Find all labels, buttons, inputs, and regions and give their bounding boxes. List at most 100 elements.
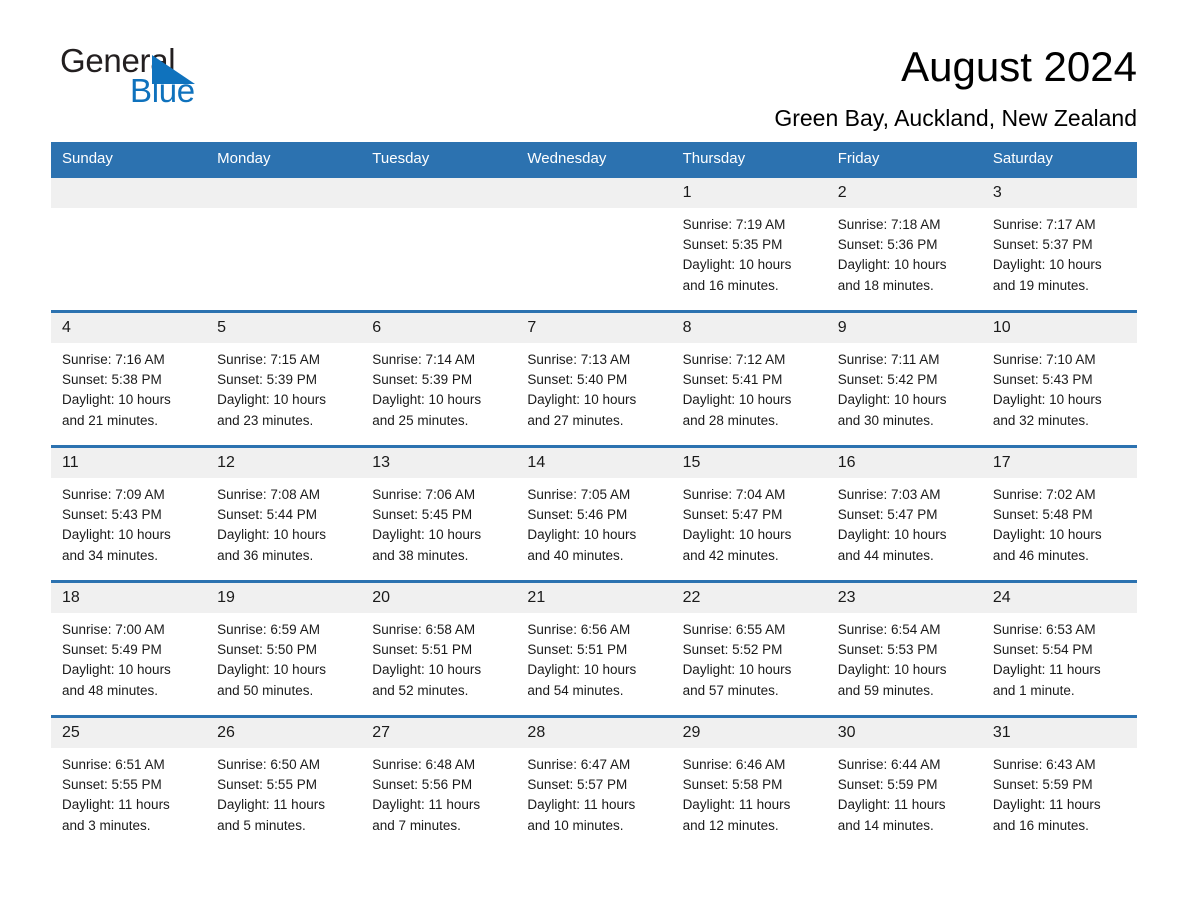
- day-details: Sunrise: 6:50 AM Sunset: 5:55 PM Daylight:…: [206, 748, 361, 836]
- day-cell[interactable]: 14 Sunrise: 7:05 AM Sunset: 5:46 PM Dayligh…: [516, 445, 672, 582]
- daylight-line-2: and 48 minutes.: [62, 682, 159, 698]
- day-cell[interactable]: 16 Sunrise: 7:03 AM Sunset: 5:47 PM Dayligh…: [826, 445, 982, 582]
- sunset-line: Sunset: 5:45 PM: [372, 507, 473, 523]
- day-details: Sunrise: 7:12 AM Sunset: 5:41 PM Daylight:…: [672, 343, 827, 431]
- day-cell[interactable]: 8 Sunrise: 7:12 AM Sunset: 5:41 PM Daylight…: [671, 310, 827, 447]
- daylight-line-1: Daylight: 10 hours: [372, 662, 482, 678]
- day-cell[interactable]: 7 Sunrise: 7:13 AM Sunset: 5:40 PM Daylight…: [516, 310, 672, 447]
- day-cell[interactable]: 10 Sunrise: 7:10 AM Sunset: 5:43 PM Dayligh…: [981, 310, 1137, 447]
- day-cell[interactable]: 23 Sunrise: 6:54 AM Sunset: 5:53 PM Dayligh…: [826, 580, 982, 717]
- sunset-line: Sunset: 5:51 PM: [372, 642, 473, 658]
- sunset-line: Sunset: 5:36 PM: [837, 237, 938, 253]
- sunset-line: Sunset: 5:57 PM: [527, 777, 628, 793]
- day-cell[interactable]: 22 Sunrise: 6:55 AM Sunset: 5:52 PM Dayligh…: [671, 580, 827, 717]
- day-cell[interactable]: [206, 175, 362, 312]
- day-cell[interactable]: 17 Sunrise: 7:02 AM Sunset: 5:48 PM Dayligh…: [981, 445, 1137, 582]
- sunset-line: Sunset: 5:52 PM: [682, 642, 783, 658]
- weekday-header-monday: Monday: [206, 142, 362, 177]
- day-cell[interactable]: 2 Sunrise: 7:18 AM Sunset: 5:36 PM Daylight…: [826, 175, 982, 312]
- sunrise-line: Sunrise: 6:56 AM: [527, 622, 631, 637]
- page-title: August 2024: [901, 43, 1137, 90]
- day-cell[interactable]: 12 Sunrise: 7:08 AM Sunset: 5:44 PM Dayligh…: [206, 445, 362, 582]
- day-number: [206, 178, 362, 208]
- day-cell[interactable]: 26 Sunrise: 6:50 AM Sunset: 5:55 PM Dayligh…: [206, 715, 362, 850]
- day-cell[interactable]: 28 Sunrise: 6:47 AM Sunset: 5:57 PM Dayligh…: [516, 715, 672, 850]
- daylight-line-1: Daylight: 10 hours: [527, 527, 637, 543]
- day-cell[interactable]: [361, 175, 517, 312]
- sunset-line: Sunset: 5:49 PM: [62, 642, 162, 658]
- sunrise-line: Sunrise: 6:59 AM: [217, 622, 320, 637]
- sunset-line: Sunset: 5:37 PM: [992, 237, 1093, 253]
- day-number: 8: [671, 313, 827, 343]
- sunset-line: Sunset: 5:59 PM: [837, 777, 938, 793]
- day-details: Sunrise: 6:51 AM Sunset: 5:55 PM Daylight:…: [51, 748, 206, 836]
- day-cell[interactable]: 20 Sunrise: 6:58 AM Sunset: 5:51 PM Dayligh…: [361, 580, 517, 717]
- daylight-line-1: Daylight: 11 hours: [682, 797, 791, 813]
- day-cell[interactable]: 13 Sunrise: 7:06 AM Sunset: 5:45 PM Dayligh…: [361, 445, 517, 582]
- day-number: 9: [826, 313, 982, 343]
- day-number: 12: [206, 448, 362, 478]
- day-number: 30: [826, 718, 982, 748]
- daylight-line-2: and 1 minute.: [992, 682, 1075, 698]
- day-details: Sunrise: 6:54 AM Sunset: 5:53 PM Daylight:…: [827, 613, 982, 701]
- day-cell[interactable]: 29 Sunrise: 6:46 AM Sunset: 5:58 PM Dayligh…: [671, 715, 827, 850]
- daylight-line-1: Daylight: 11 hours: [217, 797, 325, 813]
- sunrise-line: Sunrise: 6:55 AM: [682, 622, 786, 637]
- day-cell[interactable]: [516, 175, 672, 312]
- day-cell[interactable]: 9 Sunrise: 7:11 AM Sunset: 5:42 PM Daylight…: [826, 310, 982, 447]
- day-details: Sunrise: 7:18 AM Sunset: 5:36 PM Daylight:…: [827, 208, 982, 296]
- sunset-line: Sunset: 5:47 PM: [682, 507, 783, 523]
- daylight-line-2: and 3 minutes.: [62, 817, 151, 833]
- daylight-line-2: and 32 minutes.: [992, 412, 1089, 428]
- day-number: 10: [981, 313, 1137, 343]
- week-row: 4 Sunrise: 7:16 AM Sunset: 5:38 PM Daylight…: [51, 310, 1137, 447]
- daylight-line-2: and 30 minutes.: [837, 412, 934, 428]
- day-cell[interactable]: 11 Sunrise: 7:09 AM Sunset: 5:43 PM Dayligh…: [51, 445, 207, 582]
- sunrise-line: Sunrise: 6:51 AM: [62, 757, 165, 772]
- daylight-line-1: Daylight: 10 hours: [217, 527, 326, 543]
- weekday-header-tuesday: Tuesday: [361, 142, 517, 177]
- day-details: Sunrise: 6:46 AM Sunset: 5:58 PM Daylight:…: [672, 748, 827, 836]
- day-number: 15: [671, 448, 827, 478]
- day-cell[interactable]: 5 Sunrise: 7:15 AM Sunset: 5:39 PM Daylight…: [206, 310, 362, 447]
- daylight-line-2: and 12 minutes.: [682, 817, 779, 833]
- sunset-line: Sunset: 5:59 PM: [992, 777, 1093, 793]
- day-cell[interactable]: 25 Sunrise: 6:51 AM Sunset: 5:55 PM Dayligh…: [51, 715, 207, 850]
- day-cell[interactable]: 6 Sunrise: 7:14 AM Sunset: 5:39 PM Daylight…: [361, 310, 517, 447]
- day-cell[interactable]: 4 Sunrise: 7:16 AM Sunset: 5:38 PM Daylight…: [51, 310, 207, 447]
- daylight-line-1: Daylight: 10 hours: [837, 257, 947, 273]
- daylight-line-2: and 34 minutes.: [62, 547, 159, 563]
- day-cell[interactable]: 18 Sunrise: 7:00 AM Sunset: 5:49 PM Dayligh…: [51, 580, 207, 717]
- day-cell[interactable]: 30 Sunrise: 6:44 AM Sunset: 5:59 PM Dayligh…: [826, 715, 982, 850]
- sunrise-line: Sunrise: 6:48 AM: [372, 757, 476, 772]
- sunrise-line: Sunrise: 6:47 AM: [527, 757, 631, 772]
- daylight-line-2: and 16 minutes.: [992, 817, 1089, 833]
- calendar-table: Sunday Monday Tuesday Wednesday Thursday…: [51, 142, 1137, 850]
- daylight-line-2: and 40 minutes.: [527, 547, 624, 563]
- day-details: Sunrise: 6:59 AM Sunset: 5:50 PM Daylight:…: [206, 613, 361, 701]
- weekday-header-row: Sunday Monday Tuesday Wednesday Thursday…: [51, 142, 1137, 177]
- sunset-line: Sunset: 5:39 PM: [217, 372, 317, 388]
- daylight-line-1: Daylight: 10 hours: [527, 662, 637, 678]
- weekday-header-wednesday: Wednesday: [516, 142, 672, 177]
- day-details: Sunrise: 6:44 AM Sunset: 5:59 PM Daylight:…: [827, 748, 982, 836]
- day-cell[interactable]: 15 Sunrise: 7:04 AM Sunset: 5:47 PM Dayligh…: [671, 445, 827, 582]
- daylight-line-1: Daylight: 10 hours: [837, 662, 947, 678]
- day-cell[interactable]: 31 Sunrise: 6:43 AM Sunset: 5:59 PM Dayligh…: [981, 715, 1137, 850]
- day-cell[interactable]: 21 Sunrise: 6:56 AM Sunset: 5:51 PM Dayligh…: [516, 580, 672, 717]
- daylight-line-2: and 59 minutes.: [837, 682, 934, 698]
- day-cell[interactable]: [51, 175, 207, 312]
- daylight-line-1: Daylight: 10 hours: [217, 662, 326, 678]
- day-cell[interactable]: 3 Sunrise: 7:17 AM Sunset: 5:37 PM Daylight…: [981, 175, 1137, 312]
- day-number: 1: [671, 178, 827, 208]
- day-number: 24: [981, 583, 1137, 613]
- day-cell[interactable]: 24 Sunrise: 6:53 AM Sunset: 5:54 PM Dayligh…: [981, 580, 1137, 717]
- day-details: Sunrise: 7:02 AM Sunset: 5:48 PM Daylight:…: [982, 478, 1137, 566]
- day-cell[interactable]: 27 Sunrise: 6:48 AM Sunset: 5:56 PM Dayligh…: [361, 715, 517, 850]
- generalblue-logo[interactable]: General Blue: [51, 42, 281, 114]
- day-cell[interactable]: 1 Sunrise: 7:19 AM Sunset: 5:35 PM Daylight…: [671, 175, 827, 312]
- daylight-line-1: Daylight: 10 hours: [682, 257, 792, 273]
- day-number: [516, 178, 672, 208]
- day-cell[interactable]: 19 Sunrise: 6:59 AM Sunset: 5:50 PM Dayligh…: [206, 580, 362, 717]
- day-details: Sunrise: 7:15 AM Sunset: 5:39 PM Daylight:…: [206, 343, 361, 431]
